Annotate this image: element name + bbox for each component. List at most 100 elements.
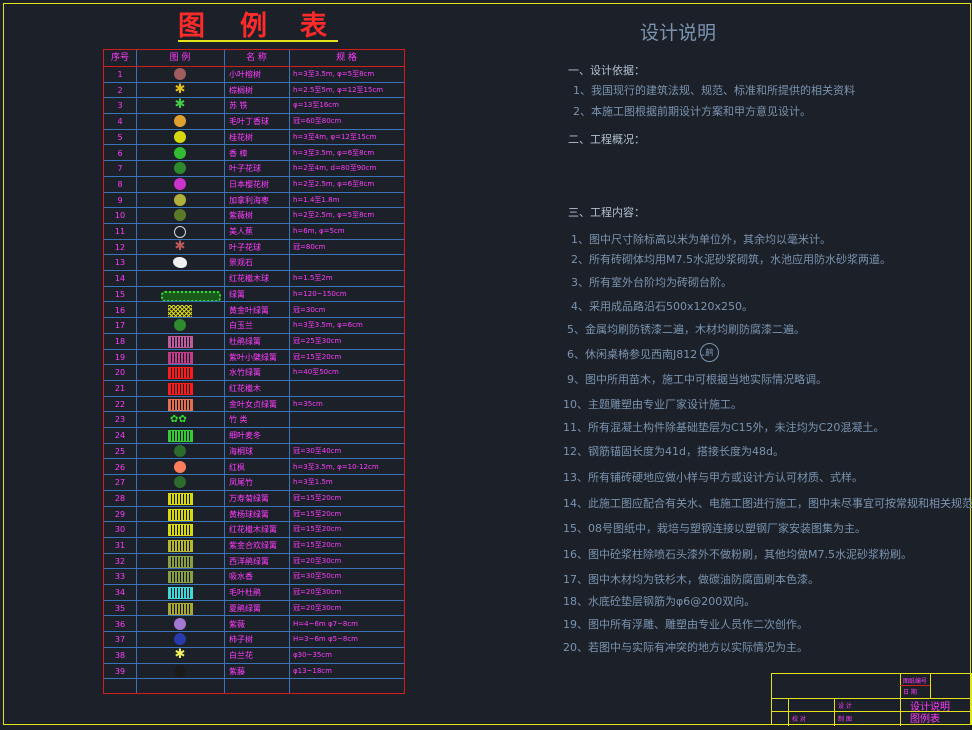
row-number: 36 [114, 619, 126, 629]
design-note: 19、图中所有浮雕、雕塑由专业人员作二次创作。 [563, 618, 808, 631]
title-block-line [900, 674, 901, 726]
row-spec: φ=13至16cm [293, 101, 339, 110]
table-row: 20 水竹绿篱 h=40至50cm [104, 365, 404, 381]
title-block-line [834, 698, 835, 726]
row-number: 11 [114, 227, 126, 236]
row-spec: h=35cm [293, 399, 323, 408]
table-row: 11 美人蕉 h=6m, φ=5cm [104, 224, 404, 240]
row-symbol [136, 318, 224, 333]
plant-symbol-icon [174, 633, 186, 646]
row-symbol [136, 303, 224, 318]
design-note: 12、钢筋锚固长度为41d，搭接长度为48d。 [563, 445, 784, 458]
title-block-line [788, 698, 789, 726]
row-name: 叶子花球 [229, 164, 261, 174]
plant-symbol-icon [174, 444, 186, 457]
row-symbol [136, 632, 224, 647]
row-name: 海桐球 [229, 446, 253, 456]
plant-symbol-icon [174, 460, 186, 473]
plant-symbol-icon [168, 587, 193, 600]
row-name: 竹 类 [229, 415, 248, 425]
row-spec: φ13~18cm [293, 666, 332, 675]
row-name: 红枫 [229, 462, 245, 472]
table-row: 15 绿篱 h=120~150cm [104, 287, 404, 303]
row-name: 紫金合欢绿篱 [229, 541, 277, 550]
row-number: 23 [114, 415, 126, 425]
header-spec: 规 格 [336, 53, 357, 63]
legend-title-underline [178, 40, 338, 42]
row-symbol: ✱ [136, 648, 224, 663]
row-symbol [136, 397, 224, 412]
row-symbol [136, 271, 224, 286]
row-spec: h=3至3.5m, φ=6至8cm [293, 148, 375, 157]
row-spec: 冠=15至20cm [293, 525, 342, 534]
row-name: 杜鹃绿篱 [229, 336, 261, 346]
row-spec: h=3至1.5m [293, 478, 333, 487]
row-name: 白兰花 [229, 650, 253, 660]
plant-symbol-icon [168, 571, 193, 584]
row-symbol [136, 208, 224, 223]
plant-symbol-icon [174, 319, 186, 332]
row-name: 毛叶杜鹃 [229, 588, 261, 598]
row-number: 20 [114, 368, 126, 378]
row-symbol [136, 114, 224, 129]
row-symbol [136, 350, 224, 365]
row-symbol [136, 460, 224, 475]
row-spec: h=2.5至5m, φ=12至15cm [293, 85, 384, 94]
plant-symbol-icon: ✱ [174, 647, 186, 662]
row-name: 黄杨球绿篱 [229, 509, 269, 519]
row-spec: h=2至2.5m, φ=5至8cm [293, 211, 375, 220]
table-row: 2 ✱ 棕榈树 h=2.5至5m, φ=12至15cm [104, 83, 404, 99]
row-name: 凤尾竹 [229, 478, 253, 488]
row-number: 6 [117, 148, 123, 158]
row-spec: h=120~150cm [293, 289, 347, 298]
plant-symbol-icon [168, 351, 193, 364]
plant-symbol-icon [174, 115, 186, 128]
table-row: 36 紫薇 H=4~6m φ7~8cm [104, 617, 404, 633]
row-symbol: ✱ [136, 240, 224, 255]
plant-symbol-icon [174, 209, 186, 222]
row-number: 30 [114, 525, 126, 535]
row-symbol [136, 177, 224, 192]
row-spec: 冠=20至30cm [293, 588, 342, 597]
row-spec [289, 428, 404, 443]
row-name: 红花檵木绿篱 [229, 525, 277, 535]
plant-symbol-icon [174, 177, 186, 190]
row-name: 景观石 [229, 258, 253, 268]
row-spec [289, 255, 404, 270]
row-symbol: ✱ [136, 83, 224, 98]
table-row: 19 紫叶小檗绿篱 冠=15至20cm [104, 350, 404, 366]
drawing-name-line2: 图例表 [910, 714, 940, 725]
row-number: 25 [114, 446, 126, 456]
row-number: 24 [114, 431, 126, 441]
row-number: 1 [117, 70, 123, 79]
table-row: 32 西洋鹃绿篱 冠=20至30cm [104, 554, 404, 570]
plant-symbol-icon [168, 508, 193, 521]
row-symbol [136, 601, 224, 616]
table-row: 39 紫藤 φ13~18cm [104, 664, 404, 680]
header-symbol: 图 例 [169, 53, 191, 63]
row-number: 12 [114, 242, 126, 252]
row-symbol: ✿✿ [136, 412, 224, 427]
row-spec: 冠=15至20cm [293, 493, 342, 502]
row-symbol [136, 365, 224, 380]
row-spec: h=2至4m, d=80至90cm [293, 164, 377, 173]
design-note: 1、我国现行的建筑法规、规范、标准和所提供的相关资料 [573, 84, 855, 97]
row-name: 细叶麦冬 [229, 431, 261, 441]
row-number: 33 [114, 572, 126, 582]
plant-symbol-icon [168, 304, 192, 317]
row-spec: h=2至2.5m, φ=6至8cm [293, 179, 375, 188]
plant-symbol-icon [174, 664, 186, 677]
row-spec: h=6m, φ=5cm [293, 227, 345, 235]
header-no: 序号 [110, 53, 129, 63]
row-number: 22 [114, 399, 126, 409]
row-symbol [136, 224, 224, 239]
table-row: 29 黄杨球绿篱 冠=15至20cm [104, 507, 404, 523]
title-block-line [772, 698, 972, 699]
row-spec: h=3至3.5m, φ=5至8cm [293, 70, 375, 78]
row-name: 金叶女贞绿篱 [229, 399, 277, 409]
row-symbol [136, 334, 224, 349]
row-name: 柿子树 [229, 635, 253, 645]
row-symbol [136, 287, 224, 302]
plant-symbol-icon [174, 68, 186, 80]
row-number: 31 [114, 541, 126, 550]
